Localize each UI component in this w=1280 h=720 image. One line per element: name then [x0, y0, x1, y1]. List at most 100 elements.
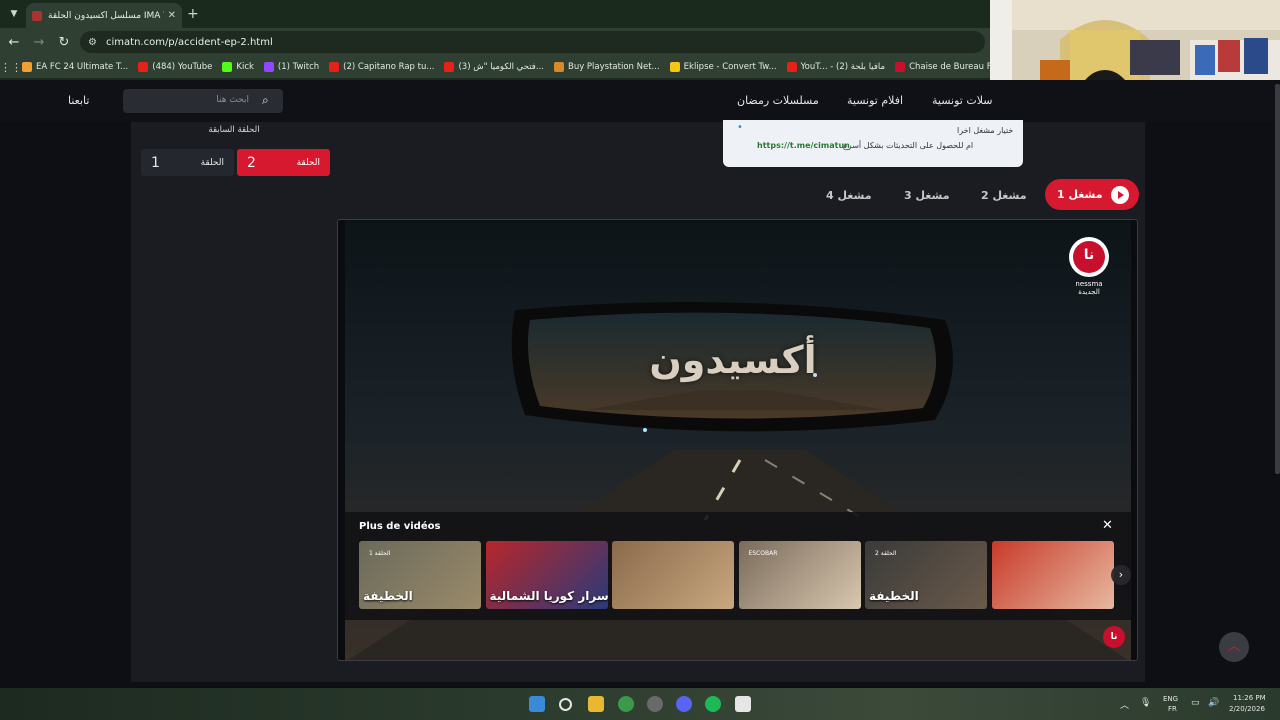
- os-taskbar: ︿ 🎙 ENG FR ▭ 🔊 11:26 PM 2/20/2026: [0, 688, 1280, 720]
- browser-tab[interactable]: مسلسل أكسيدون الحلقة IMA TN ✕: [26, 3, 182, 28]
- bookmark-favicon-icon: [22, 62, 32, 72]
- clock-date: 2/20/2026: [1229, 705, 1265, 713]
- bookmarks-bar: ⋮⋮ EA FC 24 Ultimate T... (484) YouTube Ki…: [0, 56, 990, 78]
- notice-bullet-icon: •: [737, 122, 743, 133]
- app-icon[interactable]: [647, 696, 663, 712]
- player-2-tab[interactable]: مشغل 2: [981, 179, 1027, 211]
- bookmark-label: (3) فتحي الكوميا "ش...: [458, 62, 544, 72]
- notice-line-2: ام للحصول على التحديثات بشكل أسرع: [843, 141, 974, 150]
- episode-label: الحلقة: [296, 157, 320, 168]
- language-indicator[interactable]: ENG: [1163, 695, 1178, 703]
- channel-logo-icon: نا: [1069, 237, 1109, 277]
- tab-search-icon[interactable]: ▼: [4, 4, 24, 24]
- tab-favicon-icon: [32, 10, 42, 21]
- menu-item-tunisian-series[interactable]: سلات تونسية: [932, 94, 992, 107]
- bookmark-label: (2) Capitano Rap tu...: [343, 62, 435, 72]
- episode-2-button[interactable]: 2 الحلقة: [237, 149, 330, 176]
- more-videos-panel: Plus de vidéos ✕ الحلقة 1 الخطيفة سرقة أسر…: [345, 512, 1131, 620]
- bookmark-label: Eklipse - Convert Tw...: [683, 62, 777, 72]
- thumbnail-tag: الحلقة 1: [369, 550, 391, 557]
- menu-item-tunisian-films[interactable]: افلام تونسية: [847, 94, 903, 107]
- notice-line-1: ختيار مشغل اخرا: [957, 126, 1014, 135]
- show-hidden-icon[interactable]: ︿: [1120, 698, 1129, 711]
- bookmark-favicon-icon: [444, 62, 455, 72]
- bookmark-label: YouT... - مافيا بلحة (2): [800, 62, 886, 72]
- bookmark-favicon-icon: [222, 62, 233, 72]
- next-arrow-icon[interactable]: ›: [1111, 565, 1131, 585]
- player-3-tab[interactable]: مشغل 3: [904, 179, 950, 211]
- bookmark-favicon-icon: [553, 62, 564, 72]
- file-explorer-icon[interactable]: [588, 696, 604, 712]
- capcut-icon[interactable]: [735, 696, 751, 712]
- episode-label: الحلقة: [200, 157, 224, 168]
- url-input[interactable]: ⚙ cimatn.com/p/accident-ep-2.html: [80, 31, 985, 53]
- telegram-notice: • ختيار مشغل اخرا ام للحصول على التحديثا…: [723, 120, 1023, 167]
- search-icon[interactable]: [559, 698, 572, 711]
- bookmark-item[interactable]: (3) فتحي الكوميا "ش...: [444, 62, 544, 72]
- bookmark-item[interactable]: YouT... - مافيا بلحة (2): [786, 62, 886, 72]
- search-icon[interactable]: ⌕: [262, 93, 269, 108]
- bookmark-item[interactable]: (1) Twitch: [263, 62, 319, 72]
- back-icon[interactable]: ←: [3, 35, 25, 50]
- bookmark-item[interactable]: EA FC 24 Ultimate T...: [22, 62, 128, 72]
- forward-icon[interactable]: →: [28, 35, 50, 50]
- clock-time[interactable]: 11:26 PM: [1233, 694, 1266, 702]
- player-1-tab[interactable]: مشغل 1: [1045, 179, 1139, 210]
- bookmark-label: Buy Playstation Net...: [567, 62, 660, 72]
- bookmark-favicon-icon: [263, 62, 274, 72]
- thumbnail-caption: سرقة أسرار كوريا الشمالية: [489, 589, 608, 603]
- thumbnail-tag: الحلقة 2: [875, 550, 897, 557]
- bookmark-item[interactable]: Eklipse - Convert Tw...: [669, 62, 777, 72]
- search-input[interactable]: ابحث هنا ⌕: [123, 89, 283, 113]
- bookmark-favicon-icon: [786, 62, 797, 72]
- tab-strip: ▼ مسلسل أكسيدون الحلقة IMA TN ✕ +: [0, 0, 990, 28]
- thumbnail-caption: الخطيفة: [363, 589, 413, 603]
- bookmark-item[interactable]: Chaise de Bureau F...: [895, 62, 990, 72]
- video-player[interactable]: نا nessma الجديدة أكسيدون Plus de vidéos…: [337, 219, 1138, 661]
- thumbnail-tag: ESCOBAR: [748, 550, 778, 557]
- video-thumbnail[interactable]: ESCOBAR: [738, 541, 861, 609]
- tab-title: مسلسل أكسيدون الحلقة IMA TN: [48, 10, 164, 21]
- episode-number: 2: [247, 154, 256, 171]
- video-thumbnail[interactable]: الحلقة 1 الخطيفة: [359, 541, 481, 609]
- discord-icon[interactable]: [676, 696, 692, 712]
- apps-grid-icon[interactable]: ⋮⋮: [0, 61, 22, 74]
- page-scrollbar[interactable]: [1275, 84, 1280, 474]
- follow-link[interactable]: تابعنا: [68, 94, 89, 107]
- windows-start-icon[interactable]: [529, 696, 545, 712]
- spotify-icon[interactable]: [705, 696, 721, 712]
- player-4-tab[interactable]: مشغل 4: [826, 179, 872, 211]
- menu-item-ramadan-series[interactable]: مسلسلات رمضان: [737, 94, 819, 107]
- scroll-to-top-button[interactable]: ︿: [1219, 632, 1249, 662]
- site-page: تابعنا ابحث هنا ⌕ مسلسلات رمضان افلام تو…: [0, 80, 1280, 688]
- channel-name: nessma الجديدة: [1075, 280, 1103, 296]
- new-tab-icon[interactable]: +: [187, 6, 199, 22]
- bookmark-label: Kick: [236, 62, 254, 72]
- site-info-icon[interactable]: ⚙: [88, 37, 100, 48]
- video-thumbnail[interactable]: [612, 541, 734, 609]
- bookmark-label: Chaise de Bureau F...: [909, 62, 990, 72]
- episode-1-button[interactable]: 1 الحلقة: [141, 149, 234, 176]
- video-thumbnail[interactable]: سرقة أسرار كوريا الشمالية: [485, 541, 608, 609]
- bookmark-item[interactable]: (484) YouTube: [138, 62, 212, 72]
- reload-icon[interactable]: ↻: [53, 35, 75, 50]
- address-bar-row: ← → ↻ ⚙ cimatn.com/p/accident-ep-2.html: [0, 28, 990, 56]
- bookmark-item[interactable]: (2) Capitano Rap tu...: [329, 62, 434, 72]
- network-icon[interactable]: ▭: [1191, 698, 1200, 708]
- bookmark-favicon-icon: [329, 62, 340, 72]
- bookmark-favicon-icon: [895, 62, 906, 72]
- video-thumbnail[interactable]: الحلقة 2 الخطيفة: [865, 541, 987, 609]
- keyboard-layout: FR: [1168, 705, 1177, 713]
- bookmark-item[interactable]: Kick: [222, 62, 254, 72]
- video-thumbnail[interactable]: [991, 541, 1114, 609]
- player-label: مشغل 1: [1057, 188, 1103, 201]
- microphone-icon[interactable]: 🎙: [1140, 698, 1151, 708]
- volume-icon[interactable]: 🔊: [1208, 698, 1219, 708]
- bookmark-item[interactable]: Buy Playstation Net...: [553, 62, 660, 72]
- telegram-link[interactable]: https://t.me/cimatun: [757, 141, 850, 150]
- more-videos-title: Plus de vidéos: [359, 521, 441, 532]
- chrome-icon[interactable]: [618, 696, 634, 712]
- close-icon[interactable]: ✕: [1102, 518, 1113, 533]
- close-tab-icon[interactable]: ✕: [168, 10, 176, 21]
- play-icon: [1111, 186, 1129, 204]
